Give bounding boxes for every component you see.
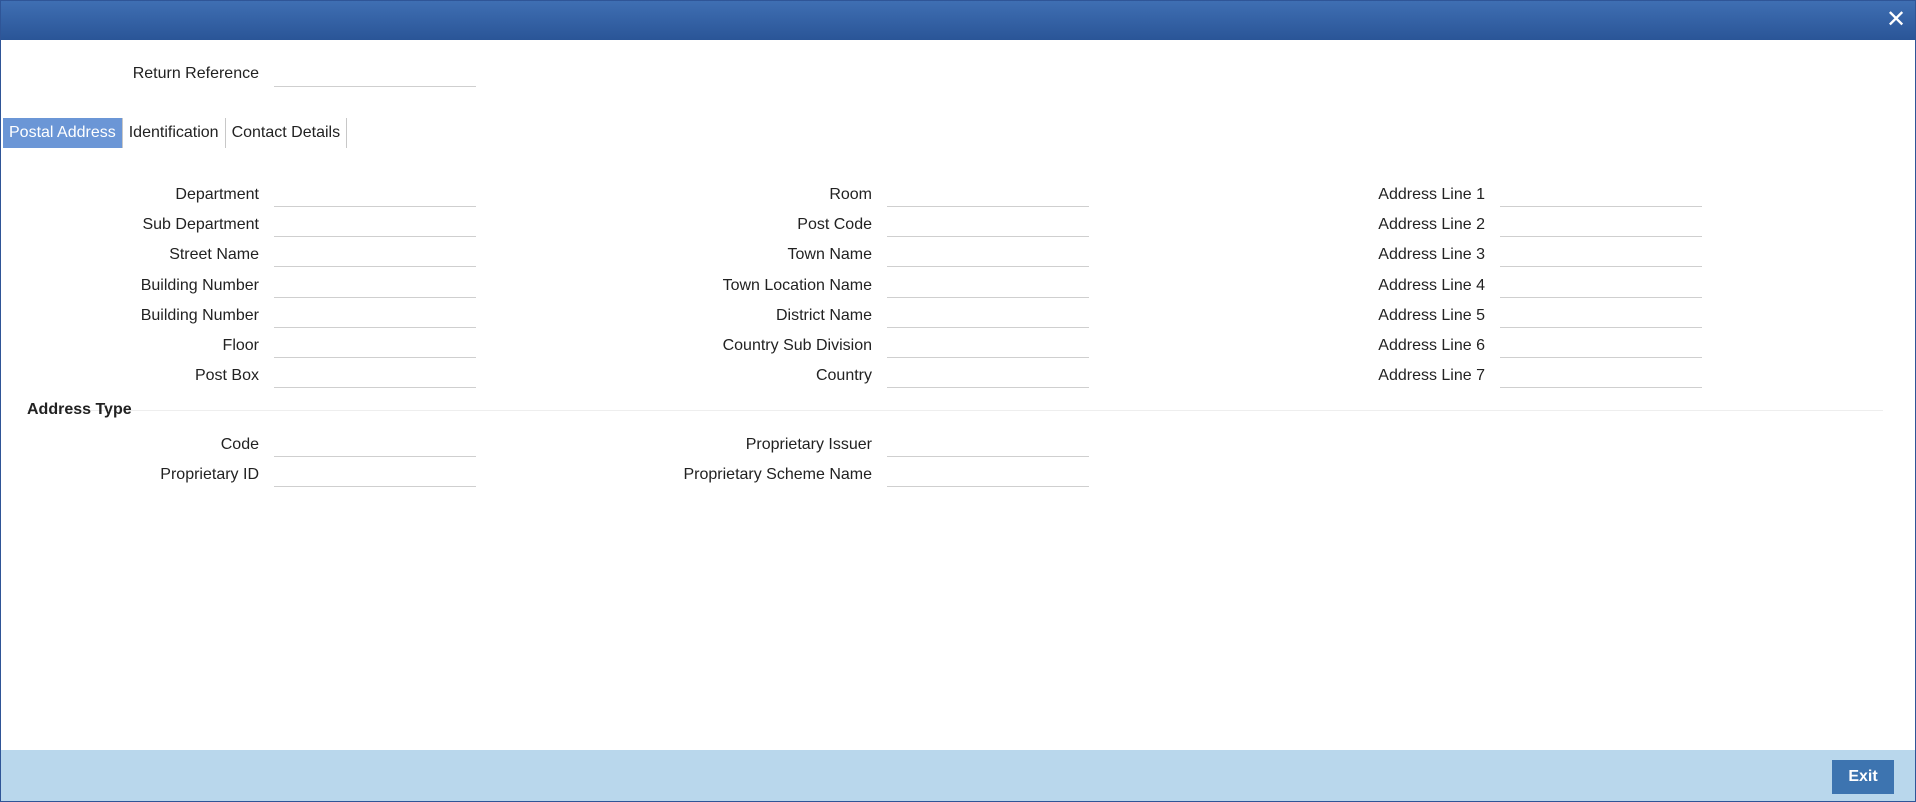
floor-field[interactable] [274,335,476,358]
address-line-7-field[interactable] [1500,365,1702,388]
country-label: Country [815,367,872,384]
tab-bar: Postal Address Identification Contact De… [3,118,348,148]
address-line-5-label: Address Line 5 [1378,307,1485,324]
room-label: Room [829,186,872,203]
footer-bar: Exit [1,750,1915,801]
sub-department-label: Sub Department [142,216,259,233]
post-box-field[interactable] [274,365,476,388]
proprietary-id-label: Proprietary ID [160,466,259,483]
building-number-field-2[interactable] [274,305,476,328]
address-line-1-label: Address Line 1 [1378,186,1485,203]
return-reference-label: Return Reference [132,65,259,82]
address-line-6-label: Address Line 6 [1378,337,1485,354]
room-field[interactable] [887,184,1089,207]
address-line-3-label: Address Line 3 [1378,246,1485,263]
address-line-7-label: Address Line 7 [1378,367,1485,384]
return-reference-field[interactable] [274,64,476,87]
address-line-2-field[interactable] [1500,214,1702,237]
proprietary-scheme-name-field[interactable] [887,464,1089,487]
building-number-field[interactable] [274,275,476,298]
address-line-2-label: Address Line 2 [1378,216,1485,233]
post-box-label: Post Box [194,367,259,384]
town-name-field[interactable] [887,244,1089,267]
country-sub-division-field[interactable] [887,335,1089,358]
address-line-4-label: Address Line 4 [1378,277,1485,294]
tab-postal-address[interactable]: Postal Address [3,118,123,148]
proprietary-issuer-field[interactable] [887,434,1089,457]
tab-identification[interactable]: Identification [123,118,226,148]
close-icon[interactable]: ✕ [1885,8,1907,32]
street-name-label: Street Name [169,246,259,263]
section-divider [27,410,1883,411]
department-label: Department [175,186,259,203]
code-field[interactable] [274,434,476,457]
title-bar: ✕ [1,1,1915,40]
proprietary-scheme-name-label: Proprietary Scheme Name [683,466,872,483]
building-number-label-2: Building Number [140,307,259,324]
country-field[interactable] [887,365,1089,388]
floor-label: Floor [222,337,259,354]
district-name-label: District Name [775,307,872,324]
street-name-field[interactable] [274,244,476,267]
address-line-3-field[interactable] [1500,244,1702,267]
town-location-name-field[interactable] [887,275,1089,298]
town-name-label: Town Name [787,246,872,263]
district-name-field[interactable] [887,305,1089,328]
sub-department-field[interactable] [274,214,476,237]
department-field[interactable] [274,184,476,207]
exit-button[interactable]: Exit [1832,760,1894,794]
address-line-6-field[interactable] [1500,335,1702,358]
address-line-5-field[interactable] [1500,305,1702,328]
tab-contact-details[interactable]: Contact Details [226,118,348,148]
proprietary-id-field[interactable] [274,464,476,487]
proprietary-issuer-label: Proprietary Issuer [745,436,872,453]
country-sub-division-label: Country Sub Division [722,337,872,354]
dialog-window: ✕ Return Reference Postal Address Identi… [0,0,1916,802]
town-location-name-label: Town Location Name [722,277,872,294]
building-number-label: Building Number [140,277,259,294]
post-code-label: Post Code [797,216,872,233]
address-line-4-field[interactable] [1500,275,1702,298]
post-code-field[interactable] [887,214,1089,237]
address-type-heading: Address Type [27,401,132,418]
address-line-1-field[interactable] [1500,184,1702,207]
code-label: Code [220,436,259,453]
